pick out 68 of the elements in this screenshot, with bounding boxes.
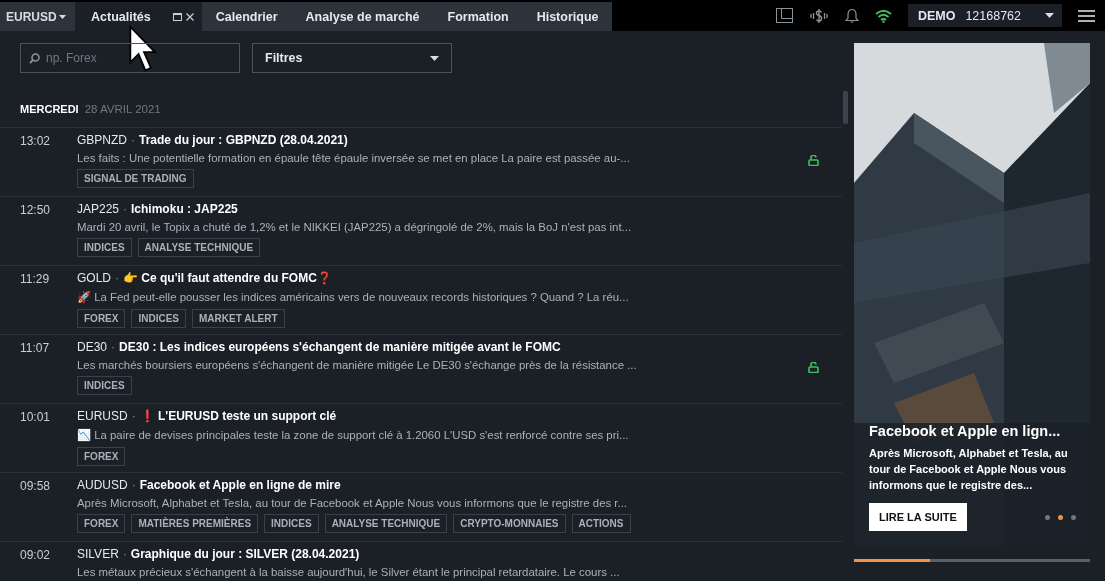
news-time: 10:01	[20, 409, 52, 426]
news-tag[interactable]: MATIÈRES PREMIÈRES	[131, 514, 259, 533]
promo-text: Après Microsoft, Alphabet et Tesla, au tour de Facebook et Apple Nous vous informons que le registre des...	[869, 446, 1069, 493]
news-title[interactable]: Ichimoku : JAP225	[131, 202, 238, 216]
news-summary: Les marchés boursiers européens s'échangent de manière mitigée Le DE30 s'échange près de la résistance ...	[77, 359, 638, 371]
news-tag[interactable]: FOREX	[77, 514, 126, 533]
news-time: 13:02	[20, 133, 52, 150]
news-row[interactable]: 11:29 GOLD · 👉 Ce qu'il faut attendre du FOMC❓ 🚀 La Fed peut-elle pousser les indices américains vers de nouveaux records historiques ? Quand ? La réu... FOREX INDICES MARKET ALERT	[0, 265, 842, 334]
news-summary: Mardi 20 avril, le Topix a chuté de 1,2% et le NIKKEI (JAP225) a dégringolé de 2%, mais la BoJ n'est pas int...	[77, 221, 633, 233]
news-summary: 🚀 La Fed peut-elle pousser les indices américains vers de nouveaux records historiques ? Quand ? La réu...	[77, 290, 630, 304]
news-tag[interactable]: FOREX	[77, 309, 126, 328]
search-field[interactable]: np. Forex	[20, 43, 240, 73]
date-label: 28 AVRIL 2021	[84, 103, 161, 115]
news-time: 11:07	[20, 340, 51, 357]
separator-dot: ·	[111, 340, 116, 354]
tab[interactable]: Actualités	[75, 2, 202, 31]
news-summary: 📉 La paire de devises principales teste la zone de support clé à 1.2060 L'USD s'est renforcé contre ses pri...	[77, 428, 630, 442]
news-time: 11:29	[20, 271, 51, 288]
news-tag[interactable]: INDICES	[77, 376, 132, 395]
news-time: 09:58	[20, 478, 52, 495]
separator-dot: ·	[131, 478, 136, 492]
news-symbol: SILVER	[77, 547, 119, 561]
news-symbol: GOLD	[77, 271, 111, 285]
tab[interactable]: Historique	[522, 2, 613, 31]
news-symbol: GBPNZD	[77, 133, 127, 147]
news-title[interactable]: Graphique du jour : SILVER (28.04.2021)	[130, 547, 360, 561]
news-summary: Après Microsoft, Alphabet et Tesla, au tour de Facebook et Apple Nous vous informons que le registre des r...	[77, 497, 628, 509]
promo-title[interactable]: Facebook et Apple en lign...	[869, 423, 1075, 439]
news-title[interactable]: 👉 Ce qu'il faut attendre du FOMC❓	[123, 271, 332, 285]
news-symbol: DE30	[77, 340, 108, 354]
separator-dot: ·	[131, 133, 135, 147]
news-row[interactable]: 13:02 GBPNZD · Trade du jour : GBPNZD (28.04.2021) Les faits : Une potentielle formation en épaule tête épaule inversée se met en place La paire est passée au-... SIGNAL DE TRADING	[0, 127, 842, 196]
news-title[interactable]: Trade du jour : GBPNZD (28.04.2021)	[139, 133, 348, 147]
news-summary: Les métaux précieux s'échangent à la baisse aujourd'hui, le Silver étant le principal retardataire. Le cours ...	[77, 566, 621, 578]
news-tag[interactable]: ANALYSE TECHNIQUE	[324, 514, 448, 533]
news-row[interactable]: 09:02 SILVER · Graphique du jour : SILVER (28.04.2021) Les métaux précieux s'échangent à la baisse aujourd'hui, le Silver étant le principal retardataire. Le cours ...	[0, 541, 842, 581]
symbol-dropdown[interactable]: EURUSD	[0, 2, 75, 31]
news-row[interactable]: 10:01 EURUSD · ❗ L'EURUSD teste un support clé 📉 La paire de devises principales teste la zone de support clé à 1.2060 L'USD s'est renforcé contre ses pri... FOREX	[0, 403, 842, 472]
separator-dot: ·	[122, 547, 127, 561]
news-tag[interactable]: INDICES	[131, 309, 186, 328]
date-day: MERCREDI	[20, 103, 79, 115]
news-tag[interactable]: SIGNAL DE TRADING	[77, 169, 194, 188]
news-tag[interactable]: CRYPTO-MONNAIES	[453, 514, 566, 533]
separator-dot: ·	[115, 271, 119, 285]
news-symbol: JAP225	[77, 202, 120, 216]
separator-dot: ·	[131, 409, 136, 423]
news-symbol: EURUSD	[77, 409, 128, 423]
news-title[interactable]: ❗ L'EURUSD teste un support clé	[139, 409, 337, 423]
news-tag[interactable]: INDICES	[264, 514, 319, 533]
news-tag[interactable]: FOREX	[77, 447, 126, 466]
news-title[interactable]: DE30 : Les indices européens s'échangent de manière mitigée avant le FOMC	[119, 340, 561, 354]
read-more-button[interactable]: LIRE LA SUITE	[869, 503, 967, 531]
news-tag[interactable]: INDICES	[77, 238, 132, 257]
separator-dot: ·	[123, 202, 128, 216]
news-title[interactable]: Facebook et Apple en ligne de mire	[139, 478, 341, 492]
news-tag[interactable]: ANALYSE TECHNIQUE	[137, 238, 261, 257]
filters-dropdown[interactable]: Filtres	[252, 43, 452, 73]
tab[interactable]: Analyse de marché	[291, 2, 434, 31]
tab[interactable]: Formation	[433, 2, 523, 31]
news-symbol: AUDUSD	[77, 478, 128, 492]
news-time: 12:50	[20, 202, 52, 219]
news-summary: Les faits : Une potentielle formation en épaule tête épaule inversée se met en place La paire est passée au-...	[77, 152, 631, 164]
news-tag[interactable]: ACTIONS	[571, 514, 631, 533]
tab[interactable]: Calendrier	[201, 2, 292, 31]
news-tag[interactable]: MARKET ALERT	[192, 309, 285, 328]
news-time: 09:02	[20, 547, 52, 564]
account-selector[interactable]: DEMO 12168762	[907, 4, 1062, 27]
news-row[interactable]: 12:50 JAP225 · Ichimoku : JAP225 Mardi 20 avril, le Topix a chuté de 1,2% et le NIKKEI (JAP225) a dégringolé de 2%, mais la BoJ n'est pas int... INDICES ANALYSE TECHNIQUE	[0, 196, 842, 265]
